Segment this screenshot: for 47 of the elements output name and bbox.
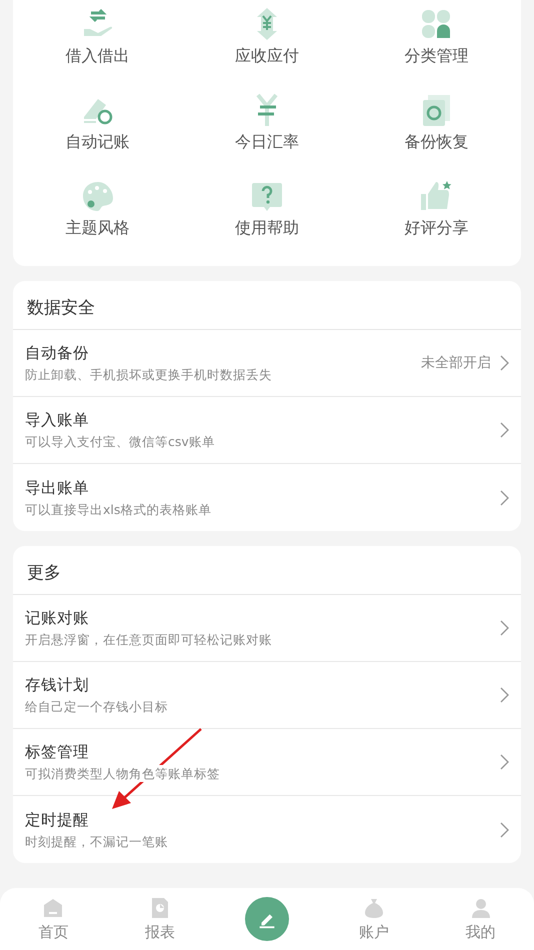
tool-label[interactable]: 使用帮助 (234, 217, 299, 239)
section-title: 更多 (13, 546, 521, 595)
row-description: 给自己定一个存钱小目标 (25, 698, 168, 715)
chevron-right-icon (499, 488, 509, 506)
tool-label[interactable]: 备份恢复 (404, 131, 468, 153)
chevron-right-icon (499, 820, 509, 838)
row-title: 定时提醒 (25, 810, 90, 830)
row-title: 自动备份 (25, 343, 90, 363)
settings-row[interactable]: 导出账单 可以直接导出xls格式的表格账单 (13, 464, 521, 531)
row-title: 导入账单 (25, 410, 90, 430)
tool-label[interactable]: 今日汇率 (234, 131, 299, 153)
row-description: 可以直接导出xls格式的表格账单 (25, 500, 212, 518)
settings-row[interactable]: 标签管理 可拟消费类型人物角色等账单标签 (13, 729, 521, 796)
row-description: 防止卸载、手机损坏或更换手机时数据丢失 (25, 366, 272, 383)
tool-label[interactable]: 借入借出 (66, 45, 130, 67)
row-title: 存钱计划 (25, 675, 90, 695)
palette-icon[interactable] (80, 179, 115, 213)
section-title: 数据安全 (13, 281, 521, 330)
nav-tab[interactable]: 我的 (427, 888, 534, 950)
chevron-right-icon (499, 619, 509, 637)
settings-row[interactable]: 自动备份 防止卸载、手机损坏或更换手机时数据丢失 未全部开启 (13, 330, 521, 397)
chevron-right-icon (499, 354, 509, 372)
row-title: 标签管理 (25, 742, 90, 762)
add-record-button[interactable] (244, 897, 289, 941)
settings-row[interactable]: 存钱计划 给自己定一个存钱小目标 (13, 662, 521, 729)
status-text: 未全部开启 (421, 354, 491, 372)
row-title: 导出账单 (25, 478, 90, 498)
chevron-right-icon (499, 753, 509, 771)
row-description: 可以导入支付宝、微信等csv账单 (25, 433, 215, 450)
row-description: 开启悬浮窗，在任意页面即可轻松记账对账 (25, 631, 272, 648)
nav-tab[interactable]: 账户 (320, 888, 428, 950)
nav-tab[interactable]: 报表 (106, 888, 214, 950)
row-description: 时刻提醒，不漏记一笔账 (25, 832, 168, 850)
settings-row[interactable]: 记账对账 开启悬浮窗，在任意页面即可轻松记账对账 (13, 595, 521, 662)
tool-label[interactable]: 自动记账 (66, 131, 130, 153)
nav-tab[interactable]: 首页 (0, 888, 107, 950)
row-title: 记账对账 (25, 608, 90, 628)
tool-label[interactable]: 分类管理 (404, 45, 468, 67)
settings-row[interactable]: 定时提醒 时刻提醒，不漏记一笔账 (13, 796, 521, 863)
chevron-right-icon (499, 421, 509, 439)
tool-label[interactable]: 主题风格 (66, 217, 130, 239)
settings-row[interactable]: 导入账单 可以导入支付宝、微信等csv账单 (13, 397, 521, 464)
tool-label[interactable]: 应收应付 (234, 45, 299, 67)
tool-label[interactable]: 好评分享 (404, 217, 468, 239)
chevron-right-icon (499, 686, 509, 704)
thumbs-up-star-icon[interactable] (419, 179, 454, 213)
row-description: 可拟消费类型人物角色等账单标签 (25, 765, 220, 782)
